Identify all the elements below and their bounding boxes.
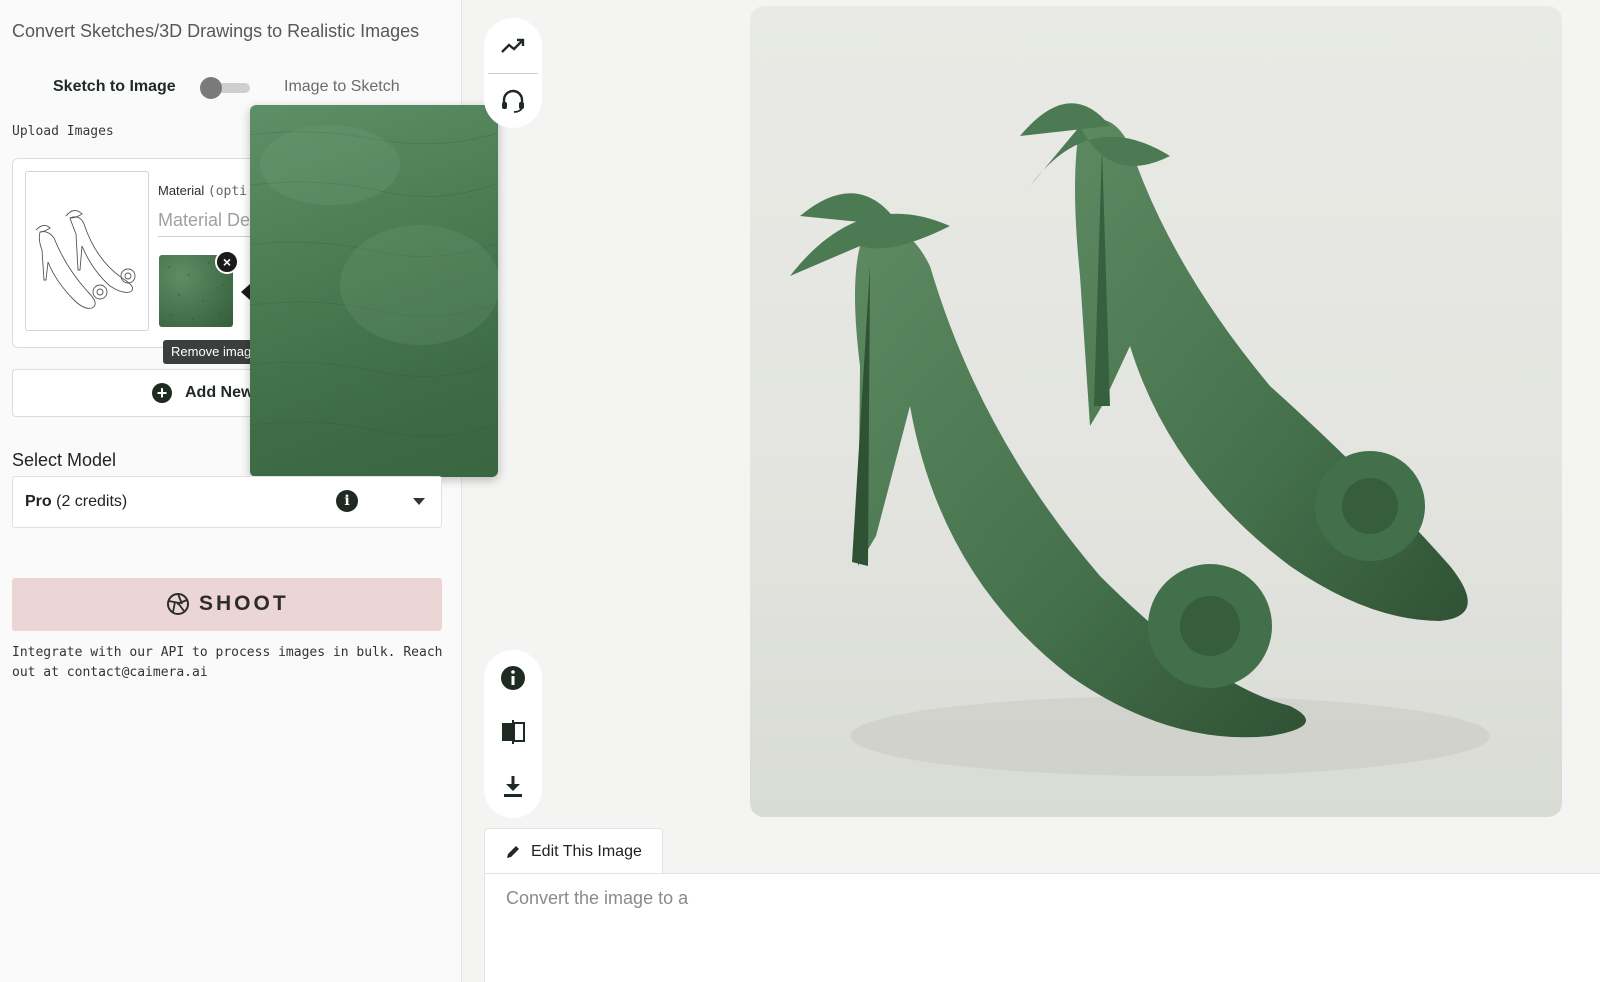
- aperture-icon: [167, 593, 189, 615]
- popover-arrow: [241, 284, 250, 300]
- edit-prompt-input[interactable]: Convert the image to a: [506, 888, 1566, 968]
- material-label: Material (opti: [158, 183, 247, 199]
- model-name: Pro: [25, 493, 52, 510]
- model-info-icon[interactable]: i: [336, 490, 358, 512]
- plus-circle-icon: +: [152, 383, 172, 403]
- edit-prompt-area: Convert the image to a: [484, 873, 1600, 982]
- sketch-shoe-drawing: [35, 210, 136, 309]
- add-new-label: Add New: [185, 384, 254, 401]
- trending-up-icon[interactable]: [499, 32, 527, 60]
- model-select-value: Pro (2 credits): [25, 493, 127, 511]
- toggle-knob[interactable]: [200, 77, 222, 99]
- tab-edit-this-image[interactable]: Edit This Image: [484, 828, 663, 874]
- select-model-label: Select Model: [12, 450, 117, 470]
- material-label-text: Material: [158, 183, 205, 198]
- toolbar-bottom: [484, 650, 542, 818]
- upload-images-label: Upload Images: [12, 124, 114, 139]
- chevron-down-icon[interactable]: [413, 498, 425, 505]
- sketch-thumbnail[interactable]: [25, 171, 149, 331]
- pencil-icon: [507, 846, 519, 858]
- shoot-label: SHOOT: [199, 592, 289, 615]
- download-icon[interactable]: [499, 772, 527, 800]
- model-select[interactable]: Pro (2 credits) i: [12, 476, 442, 528]
- info-icon[interactable]: [499, 664, 527, 692]
- toolbar-divider: [488, 73, 538, 74]
- mode-toggle[interactable]: [200, 77, 250, 99]
- toolbar-top: [484, 18, 542, 128]
- model-credits: (2 credits): [56, 493, 128, 510]
- shoot-button[interactable]: SHOOT: [12, 578, 442, 631]
- generated-shoe-image: [790, 103, 1490, 776]
- api-note: Integrate with our API to process images…: [12, 645, 443, 680]
- compare-icon[interactable]: [499, 718, 527, 746]
- headset-icon[interactable]: [499, 87, 527, 115]
- mode-image-to-sketch-label[interactable]: Image to Sketch: [284, 78, 400, 96]
- page-title: Convert Sketches/3D Drawings to Realisti…: [12, 21, 420, 41]
- leather-texture-large: [250, 125, 498, 437]
- material-optional-text: (opti: [207, 184, 248, 199]
- edit-tab-label: Edit This Image: [531, 843, 642, 860]
- remove-image-button[interactable]: ×: [215, 250, 239, 274]
- sidebar: Convert Sketches/3D Drawings to Realisti…: [0, 0, 498, 982]
- result-image[interactable]: [750, 6, 1562, 817]
- mode-sketch-to-image-label[interactable]: Sketch to Image: [53, 78, 176, 96]
- material-preview-popover: [250, 105, 498, 477]
